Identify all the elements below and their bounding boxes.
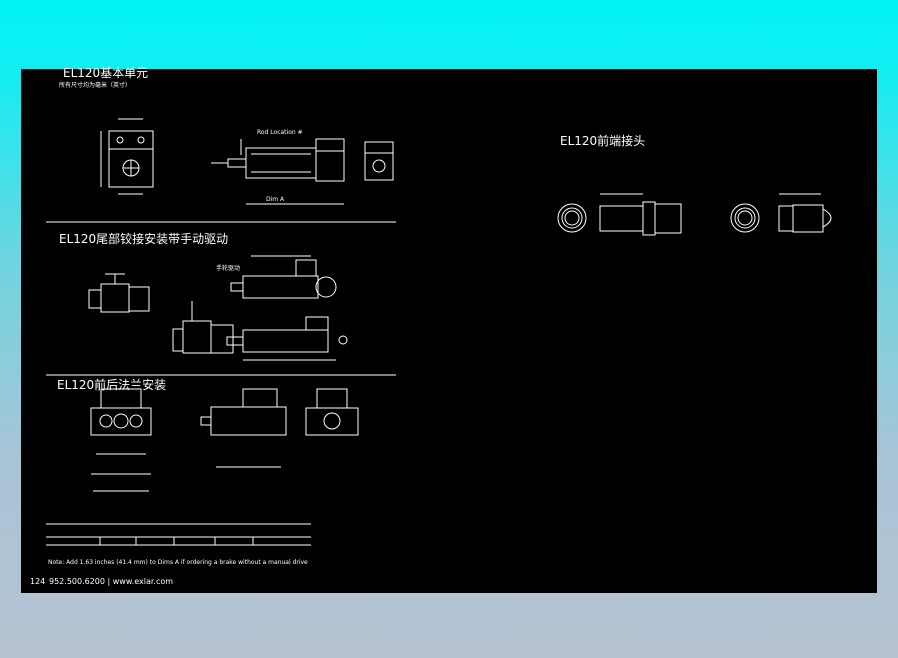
drawing-lines: [21, 69, 877, 593]
rear-clevis-views: [89, 256, 347, 360]
basic-unit-side-view: [211, 139, 393, 204]
cad-drawing-sheet: EL120基本单元 所有尺寸均为毫米（英寸） EL120尾部铰接安装带手动驱动 …: [21, 66, 877, 593]
dimension-table: [46, 524, 311, 545]
basic-unit-front-view: [101, 119, 153, 194]
flange-views: [91, 389, 358, 491]
rod-end-views: [558, 194, 831, 235]
